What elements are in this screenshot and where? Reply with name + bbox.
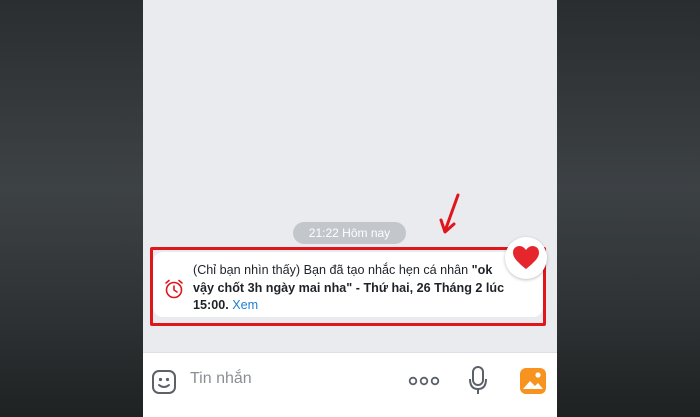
left-background [0, 0, 143, 417]
annotation-arrow-icon [439, 193, 460, 234]
message-input[interactable]: Tin nhắn [190, 370, 252, 388]
more-icon[interactable] [408, 376, 440, 386]
image-icon[interactable] [519, 367, 547, 395]
sticker-icon[interactable] [150, 368, 178, 396]
right-background [557, 0, 700, 417]
reaction-button[interactable] [505, 237, 547, 279]
highlight-box [150, 247, 546, 326]
timestamp-pill: 21:22 Hôm nay [293, 222, 406, 244]
chat-screen: 21:22 Hôm nay (Chỉ bạn nhìn thấy) Bạn đã… [143, 0, 557, 417]
mic-icon[interactable] [468, 365, 488, 397]
heart-icon [513, 246, 539, 269]
message-composer: Tin nhắn [143, 352, 557, 417]
